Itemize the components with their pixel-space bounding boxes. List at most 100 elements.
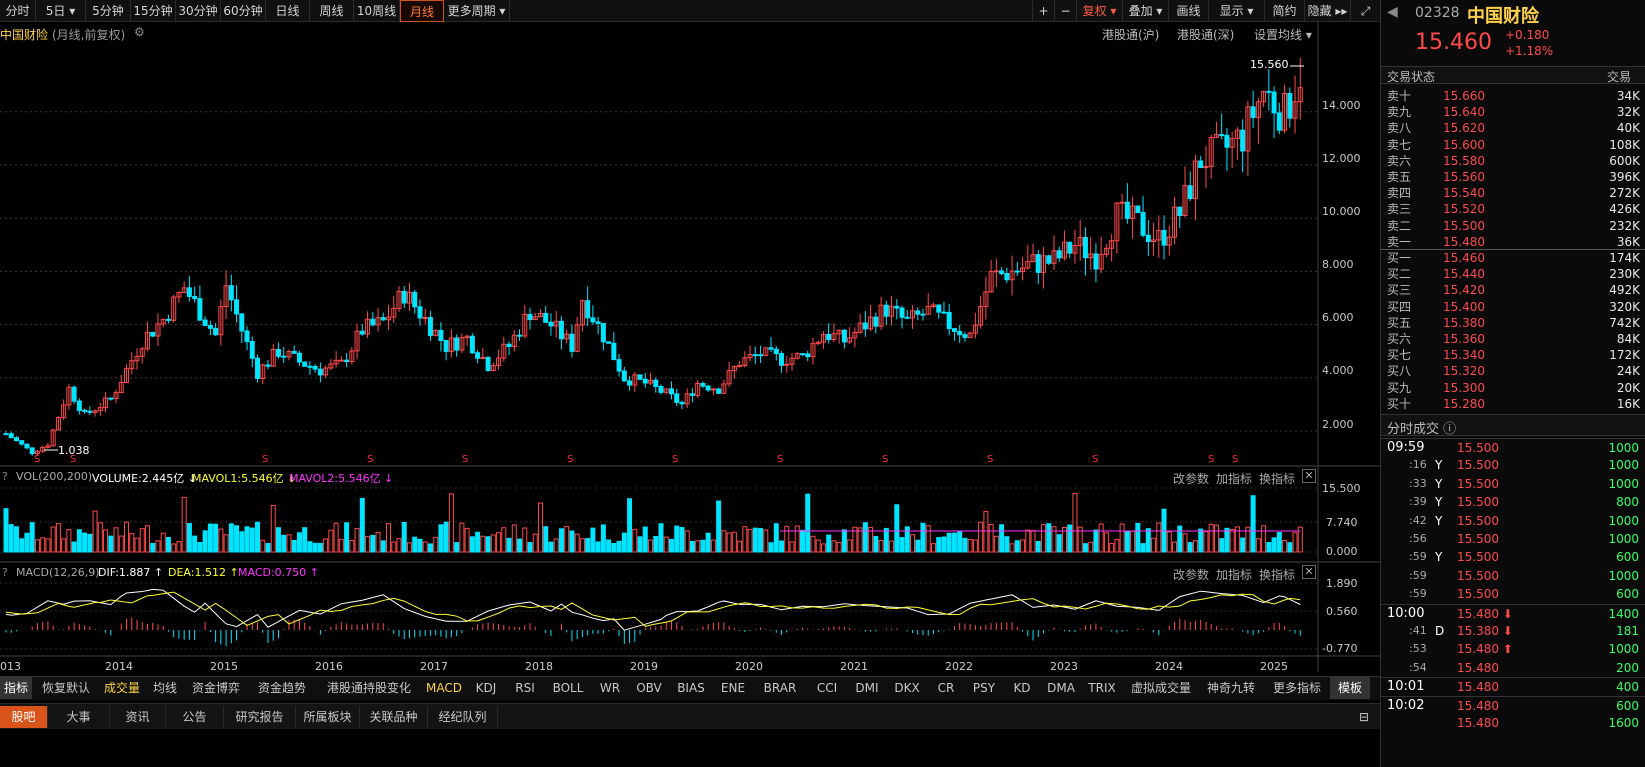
period-tab-15min[interactable]: 15分钟	[131, 0, 176, 22]
indicator-item[interactable]: DMA	[1042, 677, 1080, 699]
back-arrow-icon[interactable]: ◀	[1387, 4, 1398, 20]
period-tab-week[interactable]: 周线	[310, 0, 354, 22]
ask-row[interactable]: 卖十 15.660 34K	[1381, 88, 1645, 104]
indicator-item[interactable]: BIAS	[672, 677, 710, 699]
indicator-item[interactable]: 资金博弈	[186, 677, 246, 699]
indicator-item[interactable]: 更多指标	[1264, 677, 1330, 699]
bid-row[interactable]: 买六 15.360 84K	[1381, 331, 1645, 347]
indicator-item[interactable]: RSI	[508, 677, 542, 699]
fuquan-dropdown[interactable]: 复权 ▾	[1076, 0, 1122, 22]
tab-events[interactable]: 大事	[48, 706, 110, 728]
indicator-item[interactable]: OBV	[630, 677, 668, 699]
bid-row[interactable]: 买七 15.340 172K	[1381, 347, 1645, 363]
tab-guba[interactable]: 股吧	[0, 706, 48, 728]
vol-switch-indicator[interactable]: 换指标	[1259, 470, 1295, 487]
hide-panel-button[interactable]: 隐藏 ▸▸	[1304, 0, 1350, 22]
indicator-item[interactable]: 资金趋势	[250, 677, 314, 699]
indicator-item[interactable]: PSY	[966, 677, 1002, 699]
bid-row[interactable]: 买十 15.280 16K	[1381, 396, 1645, 412]
candle-body	[637, 374, 643, 380]
period-tab-30min[interactable]: 30分钟	[176, 0, 221, 22]
period-tab-fenshi[interactable]: 分时	[0, 0, 36, 22]
ask-row[interactable]: 卖一 15.480 36K	[1381, 234, 1645, 250]
indicator-item[interactable]: CCI	[808, 677, 846, 699]
bid-row[interactable]: 买三 15.420 492K	[1381, 282, 1645, 298]
macd-add-indicator[interactable]: 加指标	[1216, 566, 1252, 583]
ask-row[interactable]: 卖六 15.580 600K	[1381, 153, 1645, 169]
period-tab-more[interactable]: 更多周期 ▾	[444, 0, 510, 22]
indicator-item[interactable]: 港股通持股变化	[318, 677, 420, 699]
volume-bar	[936, 537, 942, 553]
zoom-in-button[interactable]: +	[1032, 0, 1054, 22]
zoom-out-button[interactable]: −	[1054, 0, 1076, 22]
volume-bar	[255, 521, 261, 553]
indicator-item[interactable]: 虚拟成交量	[1124, 677, 1198, 699]
volume-bar	[920, 522, 926, 553]
indicator-item[interactable]: 神奇九转	[1202, 677, 1260, 699]
panel-toggle-icon[interactable]: ⊟	[1352, 706, 1376, 728]
simple-mode-button[interactable]: 简约	[1264, 0, 1304, 22]
indicator-item[interactable]: 指标	[0, 677, 32, 699]
indicator-item[interactable]: 模板	[1330, 677, 1370, 699]
indicator-item[interactable]: KD	[1006, 677, 1038, 699]
indicator-item[interactable]: BOLL	[546, 677, 590, 699]
display-dropdown[interactable]: 显示 ▾	[1208, 0, 1264, 22]
vol-help-icon[interactable]: ?	[2, 470, 8, 483]
indicator-item[interactable]: MACD	[424, 677, 464, 699]
tab-research[interactable]: 研究报告	[224, 706, 296, 728]
ask-row[interactable]: 卖四 15.540 272K	[1381, 185, 1645, 201]
period-tab-month[interactable]: 月线	[400, 0, 444, 22]
ask-row[interactable]: 卖九 15.640 32K	[1381, 104, 1645, 120]
bid-row[interactable]: 买九 15.300 20K	[1381, 380, 1645, 396]
volume-bar	[627, 498, 633, 553]
tab-broker-queue[interactable]: 经纪队列	[428, 706, 498, 728]
indicator-item[interactable]: TRIX	[1084, 677, 1120, 699]
volume-bar	[333, 522, 339, 553]
indicator-item[interactable]: KDJ	[468, 677, 504, 699]
tab-announcements[interactable]: 公告	[166, 706, 224, 728]
draw-line-button[interactable]: 画线	[1168, 0, 1208, 22]
indicator-item[interactable]: 恢复默认	[36, 677, 96, 699]
fullscreen-icon[interactable]: ⤢	[1350, 0, 1380, 22]
indicator-item[interactable]: CR	[930, 677, 962, 699]
vol-edit-params[interactable]: 改参数	[1173, 470, 1209, 487]
bid-row[interactable]: 买八 15.320 24K	[1381, 363, 1645, 379]
period-tab-10week[interactable]: 10周线	[354, 0, 400, 22]
ask-row[interactable]: 卖五 15.560 396K	[1381, 169, 1645, 185]
bid-row[interactable]: 买二 15.440 230K	[1381, 266, 1645, 282]
bid-row[interactable]: 买五 15.380 742K	[1381, 315, 1645, 331]
overlay-dropdown[interactable]: 叠加 ▾	[1122, 0, 1168, 22]
dividend-marker: S	[672, 454, 678, 465]
dividend-marker: S	[34, 454, 40, 465]
ask-row[interactable]: 卖七 15.600 108K	[1381, 137, 1645, 153]
macd-help-icon[interactable]: ?	[2, 566, 8, 579]
period-tab-day[interactable]: 日线	[266, 0, 310, 22]
period-tab-5min[interactable]: 5分钟	[86, 0, 131, 22]
macd-switch-indicator[interactable]: 换指标	[1259, 566, 1295, 583]
period-tab-5day[interactable]: 5日 ▾	[36, 0, 86, 22]
tab-related[interactable]: 关联品种	[360, 706, 428, 728]
indicator-item[interactable]: DKX	[888, 677, 926, 699]
macd-close-icon[interactable]: ✕	[1302, 565, 1316, 579]
chart-area[interactable]: 中国财险 (月线,前复权) ⚙ 港股通(沪) 港股通(深) 设置均线 ▾ SSS…	[0, 22, 1380, 673]
ask-row[interactable]: 卖三 15.520 426K	[1381, 201, 1645, 217]
tab-sector[interactable]: 所属板块	[296, 706, 360, 728]
bid-row[interactable]: 买一 15.460 174K	[1381, 250, 1645, 266]
ask-row[interactable]: 卖二 15.500 232K	[1381, 218, 1645, 234]
ask-row[interactable]: 卖八 15.620 40K	[1381, 120, 1645, 136]
volume-bar	[826, 534, 832, 553]
price-axis-label: 8.000	[1322, 258, 1354, 271]
indicator-item[interactable]: BRAR	[756, 677, 804, 699]
indicator-item[interactable]: 均线	[148, 677, 182, 699]
indicator-item[interactable]: ENE	[714, 677, 752, 699]
indicator-item[interactable]: WR	[594, 677, 626, 699]
period-tab-60min[interactable]: 60分钟	[221, 0, 266, 22]
macd-edit-params[interactable]: 改参数	[1173, 566, 1209, 583]
bid-row[interactable]: 买四 15.400 320K	[1381, 299, 1645, 315]
indicator-item[interactable]: DMI	[850, 677, 884, 699]
tab-news[interactable]: 资讯	[110, 706, 166, 728]
trade-status-label: 交易状态	[1387, 70, 1436, 84]
vol-close-icon[interactable]: ✕	[1302, 469, 1316, 483]
indicator-item[interactable]: 成交量	[100, 677, 144, 699]
vol-add-indicator[interactable]: 加指标	[1216, 470, 1252, 487]
